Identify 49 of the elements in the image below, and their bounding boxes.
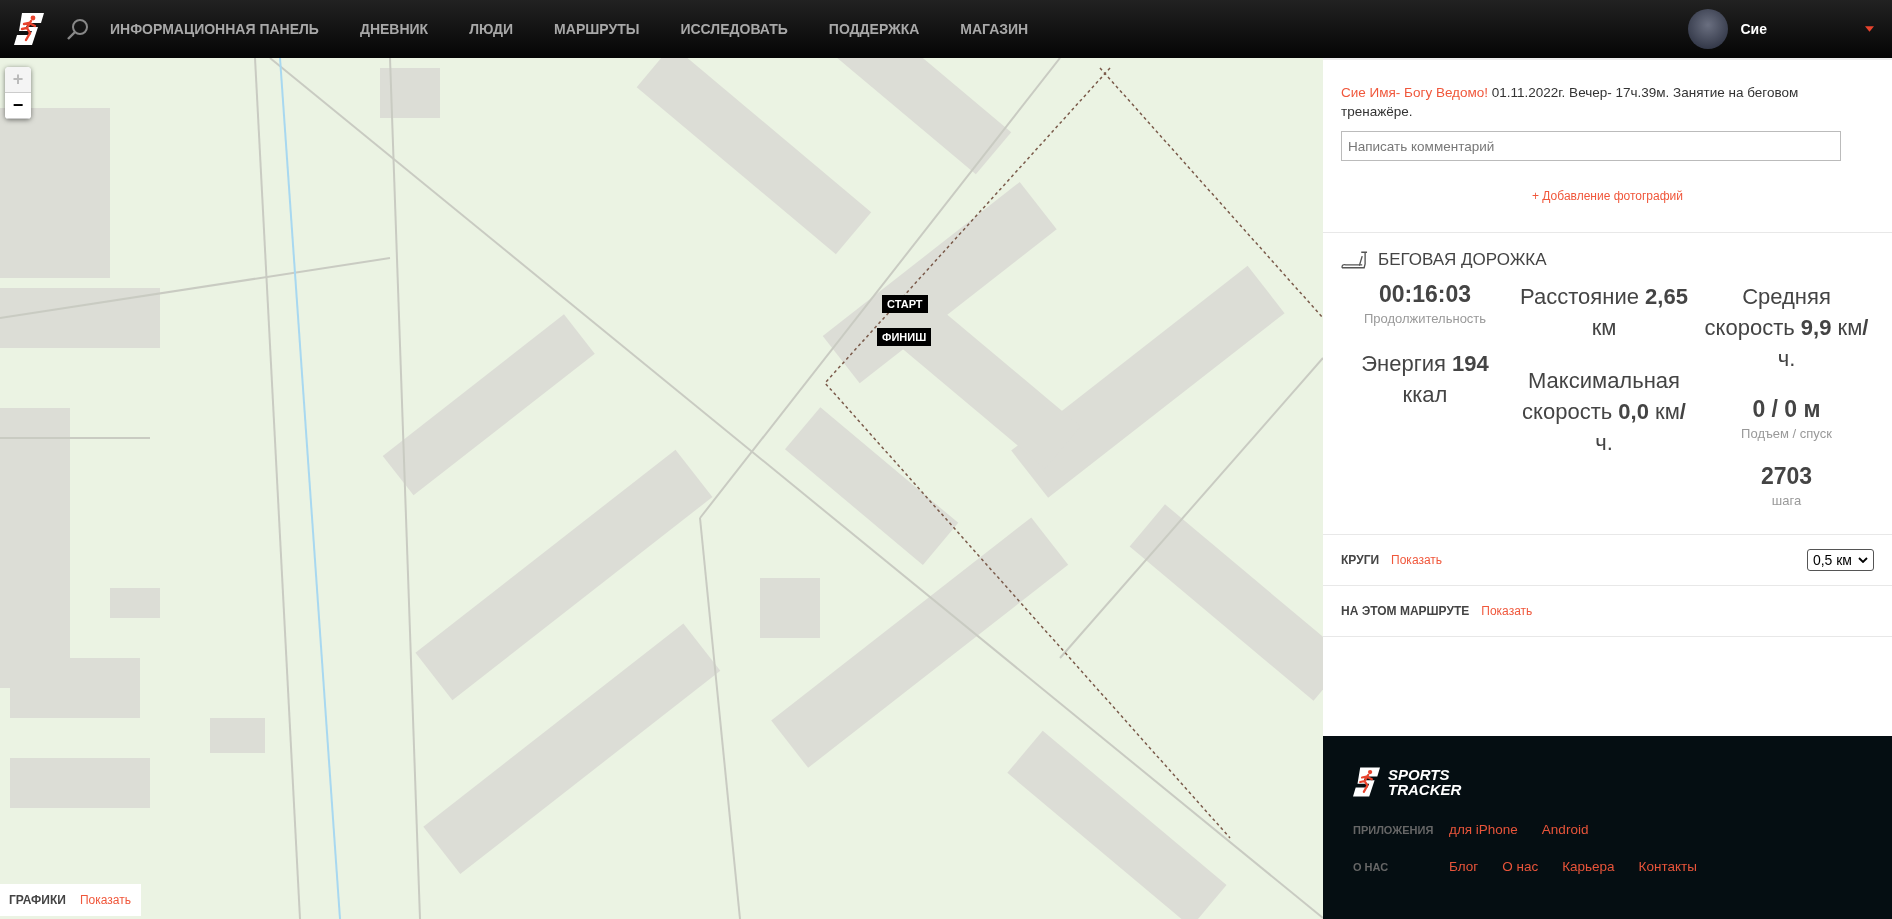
- add-photos-link[interactable]: + Добавление фотографий: [1532, 189, 1683, 203]
- runner-logo-icon[interactable]: [1353, 766, 1380, 798]
- search-icon[interactable]: [66, 17, 90, 41]
- section-title: ГРАФИКИ: [9, 893, 66, 907]
- footer-link[interactable]: Контакты: [1638, 859, 1697, 874]
- nav-link[interactable]: МАРШРУТЫ: [554, 21, 640, 37]
- nav-link[interactable]: ПОДДЕРЖКА: [828, 21, 920, 37]
- footer-label: ПРИЛОЖЕНИЯ: [1353, 823, 1435, 836]
- footer-link[interactable]: Android: [1541, 822, 1589, 837]
- nav-link[interactable]: МАГАЗИН: [960, 21, 1029, 37]
- runner-logo-icon[interactable]: [14, 13, 44, 45]
- stat-caption: шага: [1771, 493, 1802, 508]
- activity-title: БЕГОВАЯ ДОРОЖКА: [1378, 250, 1547, 270]
- footer-label: О НАС: [1353, 860, 1390, 873]
- zoom-out-button[interactable]: −: [5, 93, 31, 119]
- brand-name: TRACKER: [1388, 782, 1462, 797]
- nav-link[interactable]: ЛЮДИ: [469, 21, 514, 37]
- section-title: НА ЭТОМ МАРШРУТЕ: [1341, 604, 1470, 618]
- treadmill-icon: [1341, 249, 1368, 271]
- avatar-placeholder[interactable]: [1688, 9, 1729, 49]
- route-marker-label: ФИНИШ: [877, 328, 932, 346]
- footer-link[interactable]: для iPhone: [1449, 822, 1518, 837]
- section-title: КРУГИ: [1341, 553, 1380, 567]
- stat-text: Максимальная скорость 0,0 км/ ч.: [1521, 367, 1687, 457]
- show-link[interactable]: Показать: [79, 893, 131, 907]
- brand-name: SPORTS: [1388, 767, 1451, 782]
- stat-caption: Продолжительность: [1363, 311, 1487, 326]
- stat-text: Средняя скорость 9,9 км/ ч.: [1703, 283, 1870, 373]
- show-link[interactable]: Показать: [1391, 553, 1443, 567]
- stat-value: 2703: [1760, 463, 1813, 490]
- route-marker-label: СТАРТ: [882, 295, 928, 313]
- stat-caption: Подъем / спуск: [1741, 426, 1832, 441]
- comment-input-field[interactable]: Написать комментарий: [1341, 131, 1841, 161]
- user-name[interactable]: Сие: [1740, 21, 1767, 37]
- stat-value: 0 / 0 м: [1752, 396, 1821, 423]
- nav-link[interactable]: ИССЛЕДОВАТЬ: [680, 21, 788, 37]
- footer-link[interactable]: О нас: [1502, 859, 1539, 874]
- nav-link[interactable]: ДНЕВНИК: [359, 21, 429, 37]
- caret-icon[interactable]: [1865, 26, 1874, 32]
- stat-value: 00:16:03: [1378, 281, 1472, 308]
- chevron-down-icon[interactable]: [1858, 557, 1868, 563]
- footer-link[interactable]: Блог: [1449, 859, 1479, 874]
- nav-link[interactable]: ИНФОРМАЦИОННАЯ ПАНЕЛЬ: [110, 21, 319, 37]
- footer-link[interactable]: Карьера: [1562, 859, 1615, 874]
- workout-description: Сие Имя- Богу Ведомо! 01.11.2022г. Вечер- 17ч.39м. Занятие на беговом тренажёре.: [1341, 84, 1800, 121]
- stat-text: Энергия 194 ккал: [1360, 350, 1490, 409]
- lap-distance-dropdown[interactable]: 0,5 км: [1806, 549, 1874, 571]
- show-link[interactable]: Показать: [1481, 604, 1533, 618]
- stat-text: Расстояние 2,65 км: [1519, 283, 1689, 342]
